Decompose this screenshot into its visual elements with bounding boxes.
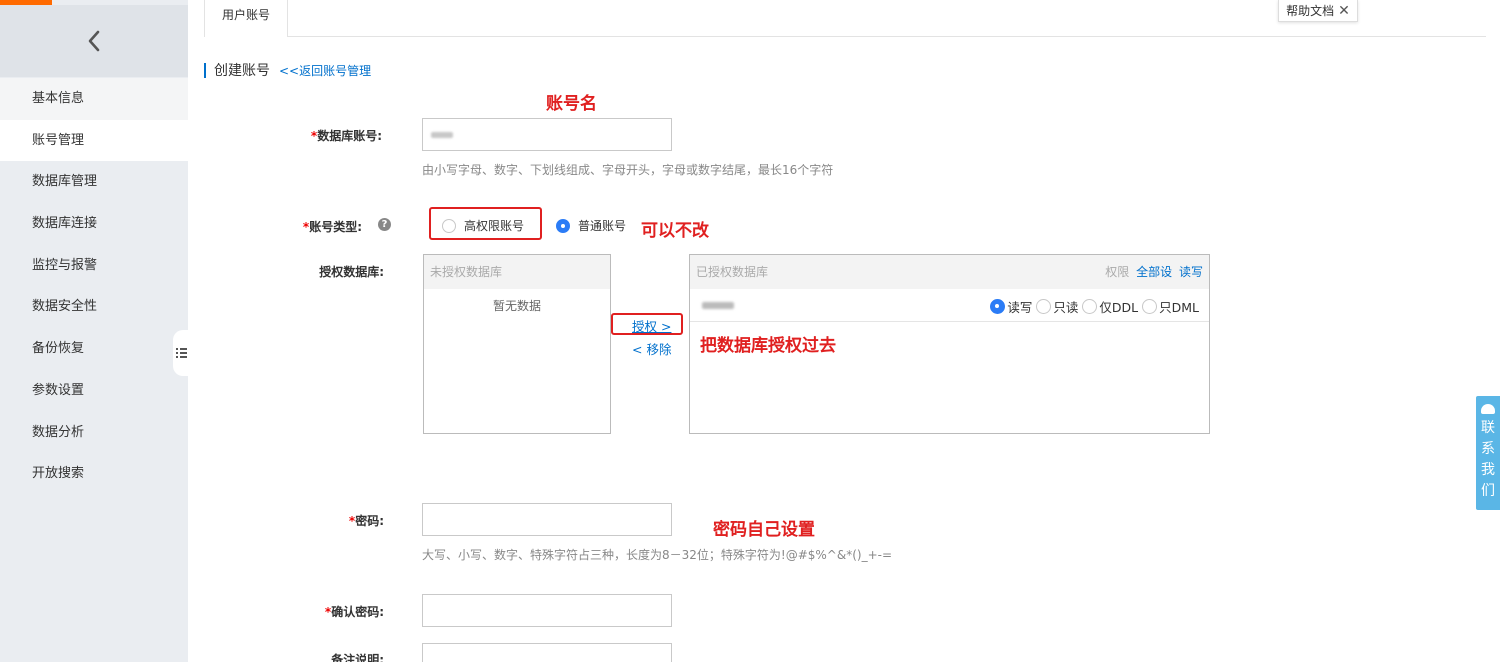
remark-input[interactable] bbox=[422, 643, 672, 662]
radio-normal-account[interactable]: 普通账号 bbox=[556, 217, 626, 234]
grant-button[interactable]: 授权 > bbox=[632, 316, 671, 335]
remark-label: 备注说明: bbox=[331, 653, 384, 662]
empty-state-text: 暂无数据 bbox=[492, 299, 541, 313]
radio-circle-selected bbox=[556, 218, 570, 233]
sidebar-item-backup-restore[interactable]: 备份恢复 bbox=[0, 328, 188, 370]
authorized-db-row[interactable]: 读写 只读 仅DDL 只DML bbox=[690, 289, 1209, 322]
sidebar-item-account-management[interactable]: 账号管理 bbox=[0, 119, 188, 162]
sidebar-item-data-analysis[interactable]: 数据分析 bbox=[0, 412, 188, 454]
sidebar-item-database-management[interactable]: 数据库管理 bbox=[0, 161, 188, 203]
tab-user-accounts[interactable]: 用户账号 bbox=[204, 0, 288, 37]
radio-label: 读写 bbox=[1007, 300, 1033, 315]
perm-readonly-radio[interactable]: 只读 bbox=[1036, 297, 1078, 316]
authorized-db-header: 已授权数据库 权限 全部设 读写 bbox=[690, 255, 1209, 289]
confirm-password-label: *确认密码: bbox=[264, 603, 384, 620]
annotation-grant-note: 把数据库授权过去 bbox=[700, 336, 836, 356]
remove-button[interactable]: < 移除 bbox=[632, 339, 671, 358]
radio-label: 普通账号 bbox=[578, 219, 627, 233]
sidebar: 基本信息 账号管理 数据库管理 数据库连接 监控与报警 数据安全性 备份恢复 参… bbox=[0, 0, 189, 662]
section-accent-bar bbox=[204, 62, 206, 78]
sidebar-item-basic-info[interactable]: 基本信息 bbox=[0, 78, 188, 120]
main-content: 用户账号 帮助文档 ✕ 创建账号 <<返回账号管理 账号名 *数据库账号: 由小… bbox=[188, 0, 1500, 662]
sidebar-item-parameters[interactable]: 参数设置 bbox=[0, 370, 188, 412]
set-all-permissions: 权限 全部设 读写 bbox=[1105, 255, 1203, 289]
sidebar-collapse-toggle[interactable] bbox=[173, 330, 189, 376]
contact-char: 们 bbox=[1481, 483, 1495, 499]
radio-circle-selected bbox=[990, 299, 1006, 314]
sidebar-item-database-connection[interactable]: 数据库连接 bbox=[0, 203, 188, 245]
account-value-redacted bbox=[431, 132, 453, 138]
account-label-text: 数据库账号: bbox=[317, 129, 382, 143]
radio-label: 仅DDL bbox=[1099, 300, 1139, 315]
back-to-accounts-link[interactable]: <<返回账号管理 bbox=[279, 62, 371, 79]
authorize-db-label: 授权数据库: bbox=[319, 265, 384, 279]
contact-char: 我 bbox=[1481, 462, 1495, 478]
radio-high-privilege[interactable]: 高权限账号 bbox=[442, 217, 524, 234]
password-hint: 大写、小写、数字、特殊字符占三种，长度为8－32位；特殊字符为!@#$%^&*(… bbox=[422, 548, 893, 562]
account-type-label: *账号类型: bbox=[242, 218, 362, 235]
permission-radios: 读写 只读 仅DDL 只DML bbox=[990, 297, 1199, 316]
chat-icon bbox=[1481, 404, 1495, 414]
perm-dml-only-radio[interactable]: 只DML bbox=[1142, 297, 1199, 316]
radio-circle bbox=[1142, 299, 1158, 314]
radio-circle bbox=[1036, 299, 1052, 314]
sidebar-nav: 基本信息 账号管理 数据库管理 数据库连接 监控与报警 数据安全性 备份恢复 参… bbox=[0, 78, 188, 495]
confirm-password-label-text: 确认密码: bbox=[331, 605, 384, 619]
radio-label: 只读 bbox=[1053, 300, 1079, 315]
confirm-password-input[interactable] bbox=[422, 594, 672, 627]
account-label: *数据库账号: bbox=[262, 127, 382, 144]
sidebar-item-monitoring-alerts[interactable]: 监控与报警 bbox=[0, 245, 188, 287]
annotation-password-note: 密码自己设置 bbox=[713, 520, 815, 540]
db-name-redacted bbox=[702, 302, 734, 309]
radio-label: 高权限账号 bbox=[464, 219, 525, 233]
help-docs-button[interactable]: 帮助文档 ✕ bbox=[1278, 0, 1358, 22]
annotation-account-name: 账号名 bbox=[546, 94, 597, 114]
annotation-type-note: 可以不改 bbox=[641, 221, 709, 241]
sidebar-item-open-search[interactable]: 开放搜索 bbox=[0, 453, 188, 495]
authorized-db-header-text: 已授权数据库 bbox=[696, 265, 769, 279]
set-all-readwrite-link[interactable]: 读写 bbox=[1179, 265, 1203, 279]
unauthorized-db-list: 未授权数据库 暂无数据 bbox=[423, 254, 611, 434]
question-icon[interactable]: ? bbox=[378, 218, 391, 231]
set-all-link[interactable]: 全部设 bbox=[1136, 265, 1172, 279]
sidebar-item-data-security[interactable]: 数据安全性 bbox=[0, 286, 188, 328]
password-label-text: 密码: bbox=[355, 514, 384, 528]
perm-readwrite-radio[interactable]: 读写 bbox=[990, 297, 1032, 316]
unauthorized-db-header: 未授权数据库 bbox=[424, 255, 610, 289]
account-hint: 由小写字母、数字、下划线组成、字母开头，字母或数字结尾，最长16个字符 bbox=[422, 163, 834, 177]
close-icon[interactable]: ✕ bbox=[1338, 3, 1350, 19]
radio-circle bbox=[1082, 299, 1098, 314]
chevron-left-icon bbox=[88, 30, 100, 52]
list-indent-icon bbox=[175, 348, 187, 358]
tab-bar: 用户账号 帮助文档 ✕ bbox=[204, 0, 1486, 37]
perm-ddl-only-radio[interactable]: 仅DDL bbox=[1082, 297, 1138, 316]
account-input[interactable] bbox=[422, 118, 672, 151]
section-header: 创建账号 <<返回账号管理 bbox=[204, 62, 371, 79]
contact-us-button[interactable]: 联 系 我 们 bbox=[1476, 396, 1500, 510]
password-input[interactable] bbox=[422, 503, 672, 536]
back-button[interactable] bbox=[0, 5, 188, 77]
account-type-label-text: 账号类型: bbox=[309, 220, 362, 234]
contact-char: 系 bbox=[1481, 441, 1495, 457]
contact-char: 联 bbox=[1481, 420, 1495, 436]
password-label: *密码: bbox=[264, 512, 384, 529]
radio-label: 只DML bbox=[1159, 300, 1199, 315]
radio-circle bbox=[442, 218, 456, 233]
page-title: 创建账号 bbox=[214, 63, 270, 79]
help-docs-label: 帮助文档 bbox=[1286, 4, 1335, 18]
permission-label: 权限 bbox=[1105, 265, 1130, 279]
